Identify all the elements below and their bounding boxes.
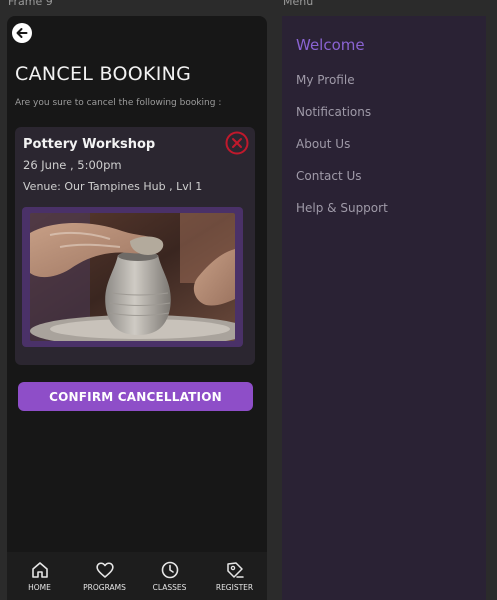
nav-home-label: HOME: [28, 583, 51, 592]
booking-venue: Venue: Our Tampines Hub , Lvl 1: [23, 180, 203, 193]
photo-frame: [22, 207, 243, 347]
nav-classes-label: CLASSES: [152, 583, 187, 592]
frame-label-right: Menu: [283, 0, 314, 8]
frame-label-left: Frame 9: [8, 0, 53, 8]
back-button[interactable]: [11, 22, 33, 44]
menu-item-my-profile[interactable]: My Profile: [296, 73, 355, 87]
close-circle-icon: [225, 131, 249, 155]
nav-programs-label: PROGRAMS: [83, 583, 126, 592]
heart-icon: [95, 562, 114, 578]
booking-title: Pottery Workshop: [23, 137, 156, 152]
nav-home[interactable]: HOME: [10, 560, 70, 592]
home-icon: [31, 562, 48, 578]
bottom-nav: HOME PROGRAMS CLASSES REGISTER: [7, 552, 267, 600]
phone-screen: CANCEL BOOKING Are you sure to cancel th…: [7, 16, 267, 600]
booking-date: 26 June , 5:00pm: [23, 158, 122, 172]
menu-welcome: Welcome: [296, 36, 365, 54]
pen-icon: [226, 562, 244, 578]
nav-register[interactable]: REGISTER: [205, 560, 265, 592]
page-title: CANCEL BOOKING: [15, 63, 192, 85]
nav-register-label: REGISTER: [215, 583, 254, 592]
clock-icon: [161, 561, 178, 579]
menu-item-help-support[interactable]: Help & Support: [296, 201, 388, 215]
menu-item-notifications[interactable]: Notifications: [296, 105, 371, 119]
nav-programs[interactable]: PROGRAMS: [75, 560, 135, 592]
side-menu: Welcome My Profile Notifications About U…: [282, 16, 486, 600]
menu-item-contact-us[interactable]: Contact Us: [296, 169, 362, 183]
menu-item-about-us[interactable]: About Us: [296, 137, 350, 151]
pottery-wheel-photo: [30, 213, 235, 341]
booking-card: Pottery Workshop 26 June , 5:00pm Venue:…: [15, 127, 255, 365]
remove-booking-button[interactable]: [225, 131, 249, 155]
page-subtitle: Are you sure to cancel the following boo…: [15, 98, 222, 108]
nav-classes[interactable]: CLASSES: [140, 560, 200, 592]
arrow-left-circle-icon: [12, 23, 32, 43]
confirm-cancellation-button[interactable]: CONFIRM CANCELLATION: [18, 382, 253, 411]
